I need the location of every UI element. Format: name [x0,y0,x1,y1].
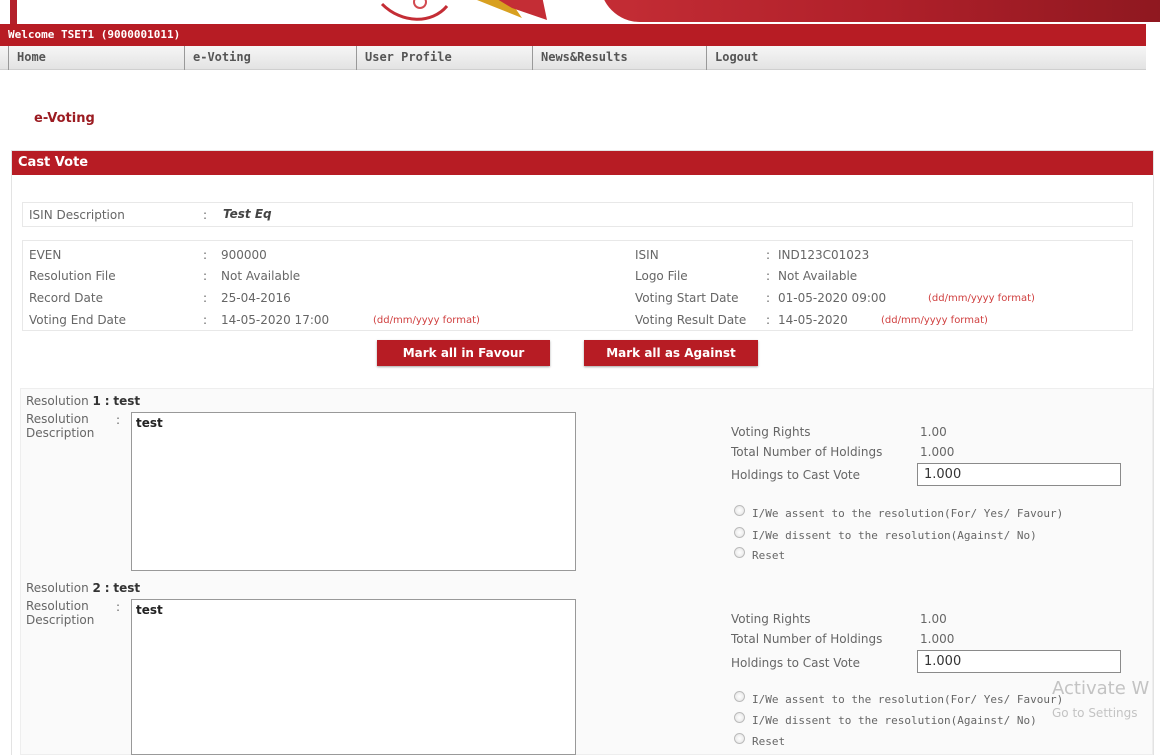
record-date-value: 25-04-2016 [221,291,291,305]
holdings-to-cast-label: Holdings to Cast Vote [731,468,861,482]
nav-item-logout[interactable]: Logout [706,46,886,70]
dissent-label: I/We dissent to the resolution(Against/ … [752,714,1037,727]
even-value: 900000 [221,248,267,262]
main-nav: Home e-Voting User Profile News&Results … [0,46,1146,70]
resolution-number: 2 [92,581,101,595]
activation-watermark-title: Activate W [1052,678,1150,699]
dissent-label: I/We dissent to the resolution(Against/ … [752,529,1037,542]
banner-swoosh [600,0,1160,22]
colon: : [104,394,110,408]
resolution-name: test [113,394,141,408]
isin-value: IND123C01023 [778,248,870,262]
dissent-radio[interactable] [734,527,745,538]
resolution-name: test [113,581,141,595]
resolution-file-value: Not Available [221,269,301,283]
voting-rights-label: Voting Rights [731,612,811,626]
activation-watermark-subtitle: Go to Settings [1052,706,1138,720]
voting-start-date-format: (dd/mm/yyyy format) [928,293,1035,304]
record-date-label: Record Date [29,291,103,305]
nav-item-news-results[interactable]: News&Results [532,46,706,70]
isin-description-box: ISIN Description : Test Eq [22,202,1133,227]
total-holdings-label: Total Number of Holdings [731,445,883,459]
nav-item-user-profile[interactable]: User Profile [356,46,532,70]
assent-radio[interactable] [734,691,745,702]
nav-item-home[interactable]: Home [8,46,184,70]
holdings-to-cast-input[interactable] [917,463,1121,486]
isin-description-label: ISIN Description [29,208,125,222]
header-banner [0,0,1161,24]
banner-left-accent [10,0,17,24]
resolution-description-textarea[interactable]: test [131,412,576,571]
isin-description-value: Test Eq [223,207,272,221]
resolution-title: Resolution 2 : test [26,581,140,595]
resolution-number: 1 [92,394,101,408]
resolution-prefix: Resolution [26,394,89,408]
voting-end-date-value: 14-05-2020 17:00 [221,313,330,327]
dissent-radio[interactable] [734,712,745,723]
reset-radio[interactable] [734,547,745,558]
assent-radio[interactable] [734,505,745,516]
voting-start-date-label: Voting Start Date [635,291,739,305]
logo-file-label: Logo File [635,269,688,283]
even-label: EVEN [29,248,62,262]
mark-all-against-button[interactable]: Mark all as Against [584,340,758,366]
reset-label: Reset [752,735,786,748]
resolution-file-label: Resolution File [29,269,116,283]
colon: : [104,581,110,595]
panel-title: Cast Vote [12,151,1153,175]
holdings-to-cast-input[interactable] [917,650,1121,673]
welcome-bar: Welcome TSET1 (9000001011) [0,24,1146,46]
nav-item-e-voting[interactable]: e-Voting [184,46,356,70]
voting-end-date-format: (dd/mm/yyyy format) [373,315,480,326]
banner-artwork [380,0,547,21]
mark-all-favour-button[interactable]: Mark all in Favour [377,340,550,366]
voting-start-date-value: 01-05-2020 09:00 [778,291,887,305]
colon: : [203,208,208,222]
holdings-to-cast-label: Holdings to Cast Vote [731,656,861,670]
voting-rights-label: Voting Rights [731,425,811,439]
total-holdings-value: 1.000 [920,445,955,459]
assent-label: I/We assent to the resolution(For/ Yes/ … [752,693,1064,706]
page-title: e-Voting [34,111,95,126]
resolution-description-label: Resolution Description [26,412,95,440]
resolution-description-textarea[interactable]: test [131,599,576,755]
total-holdings-label: Total Number of Holdings [731,632,883,646]
voting-result-date-label: Voting Result Date [635,313,747,327]
assent-label: I/We assent to the resolution(For/ Yes/ … [752,507,1064,520]
voting-result-date-format: (dd/mm/yyyy format) [881,315,988,326]
total-holdings-value: 1.000 [920,632,955,646]
reset-label: Reset [752,549,786,562]
voting-rights-value: 1.00 [920,425,947,439]
reset-radio[interactable] [734,733,745,744]
voting-rights-value: 1.00 [920,612,947,626]
logo-file-value: Not Available [778,269,858,283]
resolution-title: Resolution 1 : test [26,394,140,408]
vote-details-box: EVEN : 900000 Resolution File : Not Avai… [22,240,1133,331]
voting-end-date-label: Voting End Date [29,313,126,327]
voting-result-date-value: 14-05-2020 [778,313,848,327]
resolution-prefix: Resolution [26,581,89,595]
isin-label: ISIN [635,248,659,262]
resolution-description-label: Resolution Description [26,599,95,627]
